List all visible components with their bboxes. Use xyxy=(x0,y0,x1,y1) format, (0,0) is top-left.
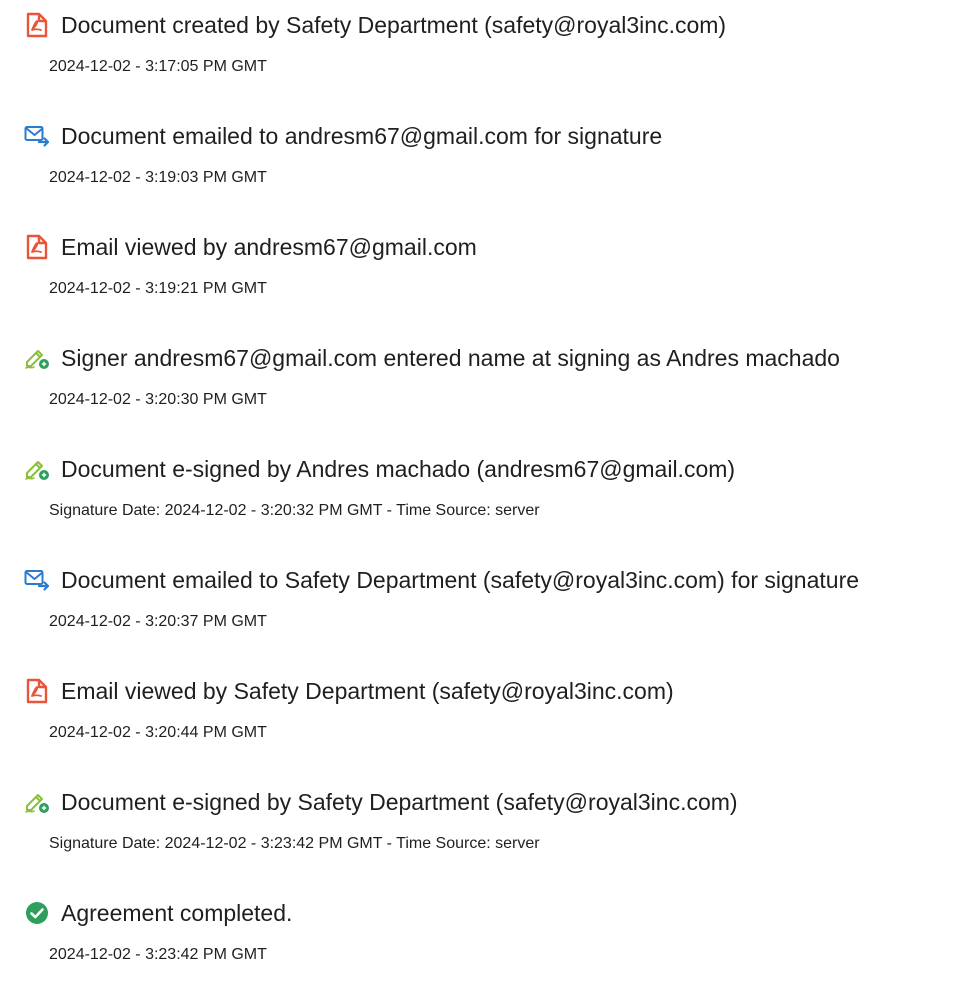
pdf-document-icon xyxy=(24,678,50,704)
event-signature-date: Signature Date: 2024-12-02 - 3:23:42 PM … xyxy=(49,835,540,852)
signature-pen-icon xyxy=(24,789,50,815)
check-circle-icon xyxy=(24,900,50,926)
audit-event: Document emailed to andresm67@gmail.com … xyxy=(0,111,972,221)
event-title: Document e-signed by Safety Department (… xyxy=(61,789,738,815)
pdf-document-icon xyxy=(24,234,50,260)
pdf-document-icon xyxy=(24,12,50,38)
event-title: Document e-signed by Andres machado (and… xyxy=(61,456,736,482)
signature-pen-icon xyxy=(24,345,50,371)
event-title: Email viewed by andresm67@gmail.com xyxy=(61,234,477,260)
event-timestamp: 2024-12-02 - 3:19:03 PM GMT xyxy=(49,169,267,186)
event-title: Email viewed by Safety Department (safet… xyxy=(61,678,674,704)
audit-event: Document e-signed by Safety Department (… xyxy=(0,777,972,887)
audit-history: Document created by Safety Department (s… xyxy=(0,0,972,999)
audit-event: Email viewed by Safety Department (safet… xyxy=(0,666,972,776)
event-signature-date: Signature Date: 2024-12-02 - 3:20:32 PM … xyxy=(49,502,540,519)
audit-event: Email viewed by andresm67@gmail.com 2024… xyxy=(0,222,972,332)
audit-event: Document emailed to Safety Department (s… xyxy=(0,555,972,665)
event-timestamp: 2024-12-02 - 3:20:37 PM GMT xyxy=(49,613,267,630)
audit-event: Document created by Safety Department (s… xyxy=(0,0,972,110)
audit-event: Document e-signed by Andres machado (and… xyxy=(0,444,972,554)
event-title: Document emailed to Safety Department (s… xyxy=(61,567,860,593)
signature-pen-icon xyxy=(24,456,50,482)
event-title: Agreement completed. xyxy=(61,900,293,926)
audit-event: Agreement completed. 2024-12-02 - 3:23:4… xyxy=(0,888,972,998)
audit-event: Signer andresm67@gmail.com entered name … xyxy=(0,333,972,443)
email-send-icon xyxy=(24,567,50,593)
event-title: Signer andresm67@gmail.com entered name … xyxy=(61,345,840,371)
event-title: Document emailed to andresm67@gmail.com … xyxy=(61,123,663,149)
event-timestamp: 2024-12-02 - 3:19:21 PM GMT xyxy=(49,280,267,297)
event-timestamp: 2024-12-02 - 3:20:44 PM GMT xyxy=(49,724,267,741)
event-title: Document created by Safety Department (s… xyxy=(61,12,727,38)
event-timestamp: 2024-12-02 - 3:17:05 PM GMT xyxy=(49,58,267,75)
email-send-icon xyxy=(24,123,50,149)
event-timestamp: 2024-12-02 - 3:20:30 PM GMT xyxy=(49,391,267,408)
event-timestamp: 2024-12-02 - 3:23:42 PM GMT xyxy=(49,946,267,963)
